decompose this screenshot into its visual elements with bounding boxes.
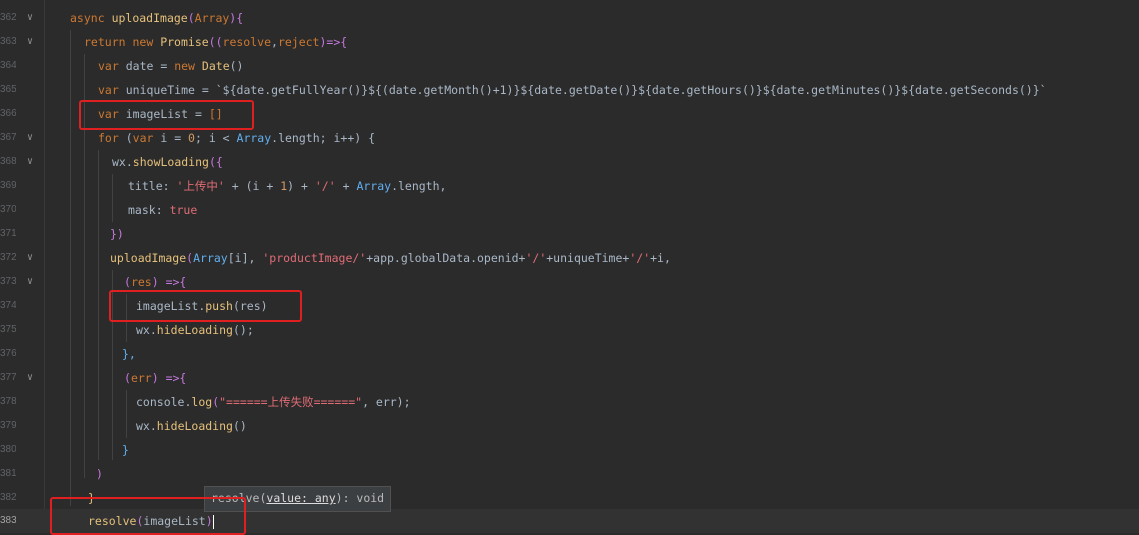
- fold-chevron-icon[interactable]: ∨: [22, 30, 38, 54]
- code-line[interactable]: 371 }): [0, 222, 1139, 246]
- code-editor[interactable]: 362 ∨ async uploadImage(Array){ 363 ∨ re…: [0, 0, 1139, 535]
- code-text: wx.hideLoading();: [136, 323, 254, 337]
- line-number: 375: [0, 324, 16, 335]
- code-line[interactable]: 379 wx.hideLoading(): [0, 414, 1139, 438]
- code-text: (err) =>{: [124, 371, 187, 385]
- line-number: 383: [0, 515, 16, 526]
- code-line[interactable]: 382 }: [0, 486, 1139, 510]
- code-line[interactable]: 378 console.log("======上传失败======", err)…: [0, 390, 1139, 414]
- code-text: resolve(imageList): [88, 514, 214, 529]
- code-text: for (var i = 0; i < Array.length; i++) {: [98, 131, 376, 145]
- code-text: mask: true: [128, 203, 198, 217]
- line-number: 362: [0, 12, 16, 23]
- code-text: return new Promise((resolve,reject)=>{: [84, 35, 348, 49]
- code-line[interactable]: 381 ): [0, 462, 1139, 486]
- code-line[interactable]: 366 var imageList = []: [0, 102, 1139, 126]
- line-number: 366: [0, 108, 16, 119]
- code-text: (res) =>{: [124, 275, 187, 289]
- code-text: }): [110, 227, 124, 241]
- code-text: title: '上传中' + (i + 1) + '/' + Array.len…: [128, 179, 447, 193]
- fold-chevron-icon[interactable]: ∨: [22, 246, 38, 270]
- code-line[interactable]: 367 ∨ for (var i = 0; i < Array.length; …: [0, 126, 1139, 150]
- code-text: uploadImage(Array[i], 'productImage/'+ap…: [110, 251, 671, 265]
- code-line[interactable]: 370 mask: true: [0, 198, 1139, 222]
- code-line[interactable]: 380 }: [0, 438, 1139, 462]
- line-number: 380: [0, 444, 16, 455]
- code-line[interactable]: 365 var uniqueTime = `${date.getFullYear…: [0, 78, 1139, 102]
- code-line-current[interactable]: 383 resolve(imageList): [0, 509, 1139, 533]
- fold-chevron-icon[interactable]: ∨: [22, 366, 38, 390]
- parameter-hint-tooltip: resolve(value: any): void: [204, 486, 392, 512]
- code-text: var imageList = []: [98, 107, 223, 121]
- code-line[interactable]: 374 imageList.push(res): [0, 294, 1139, 318]
- code-text: var date = new Date(): [98, 59, 244, 73]
- code-line[interactable]: 368 ∨ wx.showLoading({: [0, 150, 1139, 174]
- text-caret: [212, 514, 214, 529]
- code-line[interactable]: 362 ∨ async uploadImage(Array){: [0, 6, 1139, 30]
- code-line[interactable]: 377 ∨ (err) =>{: [0, 366, 1139, 390]
- line-number: 370: [0, 204, 16, 215]
- fold-chevron-icon[interactable]: ∨: [22, 150, 38, 174]
- code-text: console.log("======上传失败======", err);: [136, 395, 411, 409]
- fold-chevron-icon[interactable]: ∨: [22, 6, 38, 30]
- code-line[interactable]: 375 wx.hideLoading();: [0, 318, 1139, 342]
- line-number: 373: [0, 276, 16, 287]
- code-text: imageList.push(res): [136, 299, 268, 313]
- line-number: 368: [0, 156, 16, 167]
- code-text: var uniqueTime = `${date.getFullYear()}$…: [98, 83, 1047, 97]
- line-number: 377: [0, 372, 16, 383]
- code-line[interactable]: 364 var date = new Date(): [0, 54, 1139, 78]
- fold-chevron-icon[interactable]: ∨: [22, 270, 38, 294]
- code-line[interactable]: 372 ∨ uploadImage(Array[i], 'productImag…: [0, 246, 1139, 270]
- line-number: 363: [0, 36, 16, 47]
- line-number: 372: [0, 252, 16, 263]
- fold-chevron-icon[interactable]: ∨: [22, 126, 38, 150]
- code-line[interactable]: 363 ∨ return new Promise((resolve,reject…: [0, 30, 1139, 54]
- line-number: 382: [0, 492, 16, 503]
- line-number: 376: [0, 348, 16, 359]
- code-text: async uploadImage(Array){: [70, 11, 244, 25]
- line-number: 369: [0, 180, 16, 191]
- line-number: 378: [0, 396, 16, 407]
- code-line[interactable]: 369 title: '上传中' + (i + 1) + '/' + Array…: [0, 174, 1139, 198]
- code-text: ): [96, 467, 103, 481]
- line-number: 365: [0, 84, 16, 95]
- code-text: },: [122, 347, 136, 361]
- line-number: 364: [0, 60, 16, 71]
- code-text: wx.hideLoading(): [136, 419, 247, 433]
- code-line[interactable]: 376 },: [0, 342, 1139, 366]
- line-number: 381: [0, 468, 16, 479]
- line-number: 374: [0, 300, 16, 311]
- code-line[interactable]: 373 ∨ (res) =>{: [0, 270, 1139, 294]
- code-text: }: [88, 491, 95, 505]
- line-number: 379: [0, 420, 16, 431]
- code-text: wx.showLoading({: [112, 155, 223, 169]
- line-number: 367: [0, 132, 16, 143]
- code-text: }: [122, 443, 129, 457]
- line-number: 371: [0, 228, 16, 239]
